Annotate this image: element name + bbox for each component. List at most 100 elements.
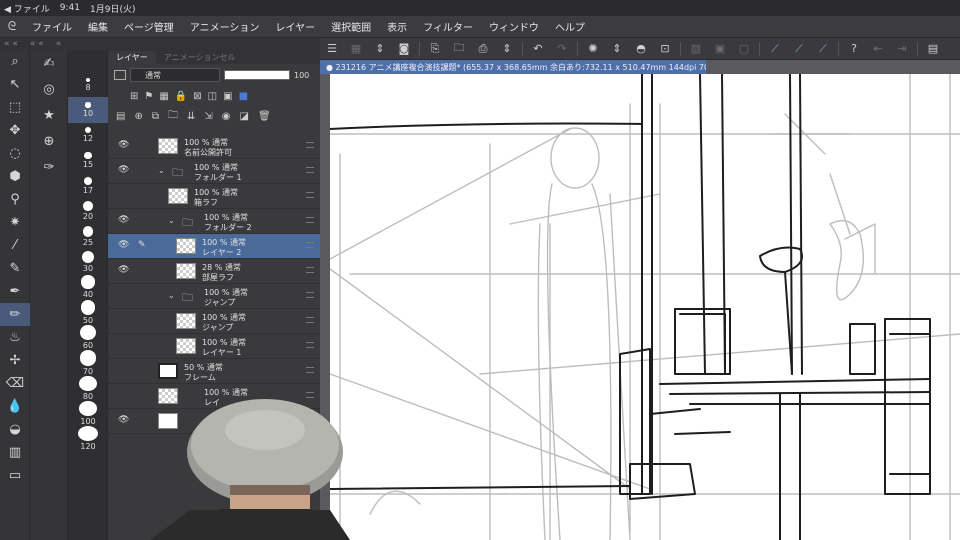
brush-size-option[interactable]: 12 xyxy=(68,123,108,148)
export-icon[interactable]: ⇤ xyxy=(868,40,888,58)
new-vector-layer-icon[interactable]: ⧉ xyxy=(152,111,159,122)
menu-selection[interactable]: 選択範囲 xyxy=(323,19,379,34)
magnifier-icon[interactable]: ⌕ xyxy=(0,50,30,73)
redo-icon[interactable]: ↷ xyxy=(552,40,572,58)
drag-handle-icon[interactable] xyxy=(306,217,314,223)
layer-row[interactable]: 50 % 通常 フレーム xyxy=(108,359,320,384)
reference-icon[interactable]: ⚑ xyxy=(144,91,153,102)
crosshair-icon[interactable]: ⊕ xyxy=(30,128,68,154)
layer-row[interactable]: ⌄ 🗀 100 % 通常 ジャンプ xyxy=(108,284,320,309)
open-folder-icon[interactable]: 🗀 xyxy=(449,40,469,58)
lock-icon[interactable]: 🔒 xyxy=(175,91,187,102)
brush-size-option[interactable]: 40 xyxy=(68,274,108,299)
transfer-down-icon[interactable]: ⇊ xyxy=(187,111,195,122)
eye-icon[interactable]: 👁 xyxy=(118,140,129,150)
import-icon[interactable]: ⇥ xyxy=(892,40,912,58)
brush-stroke-icon[interactable]: ⟋ xyxy=(789,40,809,58)
blend-icon[interactable]: 💧 xyxy=(0,395,30,418)
blend-mode-select[interactable]: 通常 xyxy=(130,68,220,82)
tab-layer[interactable]: レイヤー xyxy=(108,51,156,64)
target-icon[interactable]: ◎ xyxy=(30,76,68,102)
move-icon[interactable]: ✥ xyxy=(0,119,30,142)
layer-color-icon[interactable] xyxy=(114,70,126,80)
merge-icon[interactable]: ⇲ xyxy=(204,111,212,122)
mask-icon[interactable]: ◫ xyxy=(208,91,217,102)
loading-spinner-icon[interactable]: ✺ xyxy=(583,40,603,58)
auto-select-icon[interactable]: ⬢ xyxy=(0,165,30,188)
drag-handle-icon[interactable] xyxy=(306,342,314,348)
menu-filter[interactable]: フィルター xyxy=(415,19,481,34)
magic-wand-icon[interactable]: ✷ xyxy=(0,211,30,234)
brush-size-option[interactable]: 25 xyxy=(68,224,108,249)
save-icon[interactable]: ⎙ xyxy=(473,40,493,58)
decoration-icon[interactable]: ✢ xyxy=(0,349,30,372)
eyedropper-icon[interactable]: ⚲ xyxy=(0,188,30,211)
lasso-icon[interactable]: ◌ xyxy=(0,142,30,165)
drag-handle-icon[interactable] xyxy=(306,142,314,148)
drag-handle-icon[interactable] xyxy=(306,367,314,373)
star-icon[interactable]: ★ xyxy=(30,102,68,128)
figure-icon[interactable]: ▭ xyxy=(0,464,30,487)
layer-row[interactable]: 100 % 通常 箱ラフ xyxy=(108,184,320,209)
stepper-icon[interactable]: ⇕ xyxy=(370,40,390,58)
eye-icon[interactable]: 👁 xyxy=(118,215,129,225)
drag-handle-icon[interactable] xyxy=(306,317,314,323)
chevron-down-icon[interactable]: ⌄ xyxy=(168,291,175,300)
menu-help[interactable]: ヘルプ xyxy=(547,19,593,34)
layer-row[interactable]: 100 % 通常 レイヤー 1 xyxy=(108,334,320,359)
pencil-icon[interactable]: ✏ xyxy=(0,303,30,326)
document-title-tab[interactable]: ● 231216 アニメ講座複合演技課題* (655.37 x 368.65mm… xyxy=(320,60,706,74)
fill-icon[interactable]: ◒ xyxy=(0,418,30,441)
eye-icon[interactable]: 👁 xyxy=(118,240,129,250)
chevron-down-icon[interactable]: ⌄ xyxy=(168,216,175,225)
gradient-icon[interactable]: ▥ xyxy=(0,441,30,464)
layer-panel-menu-icon[interactable]: ▤ xyxy=(116,111,125,122)
marker-icon[interactable]: ✒ xyxy=(0,280,30,303)
app-logo-icon[interactable]: ᘓ xyxy=(0,19,24,34)
pen-nib-icon[interactable]: ✍ xyxy=(30,50,68,76)
eraser-icon[interactable]: ⌫ xyxy=(0,372,30,395)
brush-size-option[interactable]: 17 xyxy=(68,173,108,198)
pipette-icon[interactable]: ⁄ xyxy=(0,234,30,257)
menu-window[interactable]: ウィンドウ xyxy=(481,19,547,34)
selection-tool-icon[interactable]: ⬚ xyxy=(0,96,30,119)
undo-icon[interactable]: ↶ xyxy=(528,40,548,58)
new-raster-layer-icon[interactable]: ⊕ xyxy=(134,111,142,122)
transform-icon[interactable]: ⊡ xyxy=(655,40,675,58)
layer-row[interactable]: 👁 100 % 通常 名前公開許可 xyxy=(108,134,320,159)
stepper-icon[interactable]: ⇕ xyxy=(497,40,517,58)
pen-icon[interactable]: ✎ xyxy=(0,257,30,280)
mask-apply-icon[interactable]: ◪ xyxy=(240,111,249,122)
delete-layer-icon[interactable]: 🗑 xyxy=(258,111,271,122)
selection-off-icon[interactable]: ▨ xyxy=(686,40,706,58)
back-to-files-link[interactable]: ◀ ファイル xyxy=(4,2,50,15)
tab-animation-cel[interactable]: アニメーションセル xyxy=(156,51,244,64)
camera-icon[interactable]: ◙ xyxy=(394,40,414,58)
brush-size-option[interactable]: 80 xyxy=(68,375,108,401)
ruler-pen-icon[interactable]: ⟋ xyxy=(813,40,833,58)
hamburger-menu-icon[interactable]: ☰ xyxy=(322,40,342,58)
brush-size-option[interactable]: 8 xyxy=(68,72,108,97)
brush-size-option[interactable]: 20 xyxy=(68,199,108,224)
layer-row-selected[interactable]: 👁 ✎ 100 % 通常 レイヤー 2 xyxy=(108,234,320,259)
brush-size-option[interactable]: 30 xyxy=(68,249,108,274)
stepper-icon[interactable]: ⇕ xyxy=(607,40,627,58)
eye-icon[interactable]: 👁 xyxy=(118,415,129,425)
drag-handle-icon[interactable] xyxy=(306,192,314,198)
new-file-icon[interactable]: ▦ xyxy=(346,40,366,58)
airbrush-icon[interactable]: ♨ xyxy=(0,326,30,349)
drag-handle-icon[interactable] xyxy=(306,267,314,273)
drag-handle-icon[interactable] xyxy=(306,242,314,248)
stabilizer-pen-icon[interactable]: ⟋ xyxy=(765,40,785,58)
menu-animation[interactable]: アニメーション xyxy=(182,19,268,34)
book-icon[interactable]: ▤ xyxy=(923,40,943,58)
new-canvas-icon[interactable]: ⎘ xyxy=(425,40,445,58)
layer-row[interactable]: 👁 ⌄ 🗀 100 % 通常 フォルダー 1 xyxy=(108,159,320,184)
brush-size-option[interactable]: 120 xyxy=(68,426,108,451)
palette-color-icon[interactable]: ▣ xyxy=(223,91,232,102)
eye-icon[interactable]: 👁 xyxy=(118,165,129,175)
collapse-chevrons-icon[interactable]: « « xyxy=(30,39,44,49)
help-icon[interactable]: ? xyxy=(844,40,864,58)
layer-row[interactable]: 👁 ⌄ 🗀 100 % 通常 フォルダー 2 xyxy=(108,209,320,234)
selection-crop-icon[interactable]: ▣ xyxy=(710,40,730,58)
